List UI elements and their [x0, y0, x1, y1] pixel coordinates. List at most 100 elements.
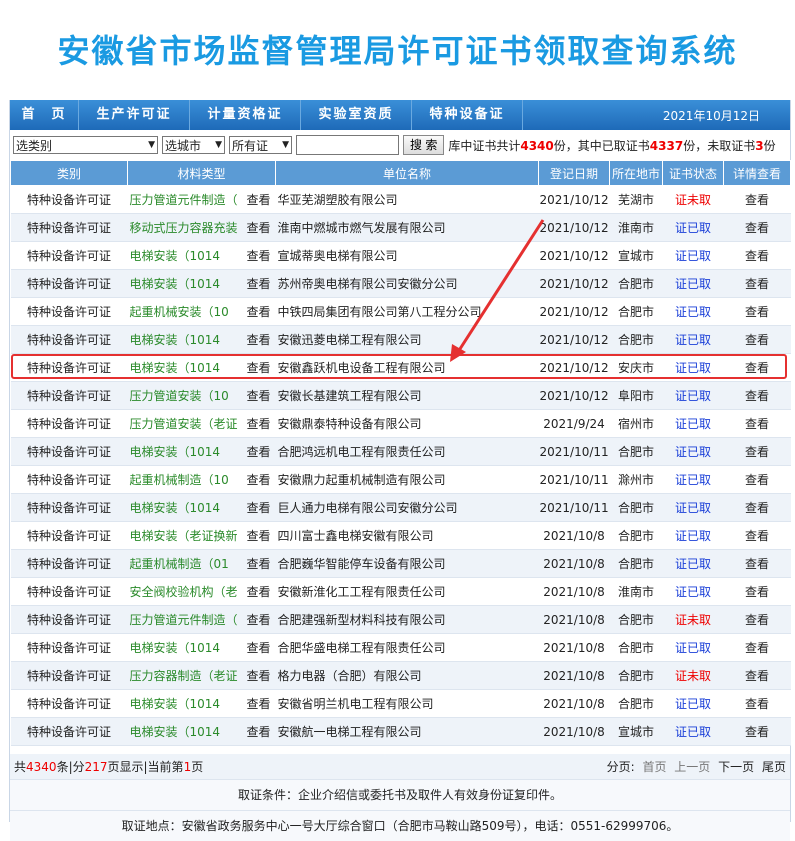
- material-view-link[interactable]: 查看: [246, 331, 275, 348]
- detail-view-link[interactable]: 查看: [723, 381, 791, 410]
- cell-unit: 安徽鼎泰特种设备有限公司: [275, 409, 539, 438]
- material-type-text: 安全阀校验机构（老: [129, 585, 238, 599]
- cell-material: 查看 电梯安装（1014: [127, 717, 276, 746]
- detail-view-link[interactable]: 查看: [723, 325, 791, 354]
- pager-label: 分页:: [606, 760, 635, 774]
- detail-view-link[interactable]: 查看: [723, 577, 791, 606]
- cell-material: 查看 电梯安装（1014: [127, 437, 276, 466]
- category-select[interactable]: 选类别 ▼: [13, 136, 158, 154]
- last-page-link[interactable]: 尾页: [762, 760, 786, 774]
- detail-view-link[interactable]: 查看: [723, 185, 791, 214]
- material-view-link[interactable]: 查看: [246, 303, 275, 320]
- prev-page-link[interactable]: 上一页: [674, 760, 710, 774]
- material-view-link[interactable]: 查看: [246, 555, 275, 572]
- cell-date: 2021/10/12: [538, 213, 610, 242]
- cell-unit: 巨人通力电梯有限公司安徽分公司: [275, 493, 539, 522]
- cell-category: 特种设备许可证: [10, 633, 128, 662]
- detail-view-link[interactable]: 查看: [723, 437, 791, 466]
- detail-view-link[interactable]: 查看: [723, 269, 791, 298]
- material-view-link[interactable]: 查看: [246, 583, 275, 600]
- material-view-link[interactable]: 查看: [246, 611, 275, 628]
- nav-lab-qualification[interactable]: 实验室资质: [301, 100, 412, 130]
- material-view-link[interactable]: 查看: [246, 275, 275, 292]
- material-view-link[interactable]: 查看: [246, 191, 275, 208]
- nav-production-license[interactable]: 生产许可证: [79, 100, 190, 130]
- detail-view-link[interactable]: 查看: [723, 353, 791, 382]
- cell-category: 特种设备许可证: [10, 577, 128, 606]
- pagination-summary: 共4340条|分217页显示|当前第1页: [14, 758, 203, 775]
- cell-city: 合肥市: [609, 297, 663, 326]
- cell-city: 滁州市: [609, 465, 663, 494]
- material-view-link[interactable]: 查看: [246, 219, 275, 236]
- detail-view-link[interactable]: 查看: [723, 493, 791, 522]
- cell-date: 2021/10/8: [538, 633, 610, 662]
- cell-material: 查看 压力管道安装（老证: [127, 409, 276, 438]
- main-panel: 首 页 生产许可证 计量资格证 实验室资质 特种设备证 2021年10月12日 …: [9, 100, 791, 841]
- material-view-link[interactable]: 查看: [246, 359, 275, 376]
- detail-view-link[interactable]: 查看: [723, 241, 791, 270]
- material-view-link[interactable]: 查看: [246, 387, 275, 404]
- detail-view-link[interactable]: 查看: [723, 409, 791, 438]
- nav-home[interactable]: 首 页: [10, 100, 79, 130]
- table-header-row: 类别 材料类型 单位名称 登记日期 所在地市 证书状态 详情查看: [10, 160, 791, 186]
- detail-view-link[interactable]: 查看: [723, 297, 791, 326]
- cell-status: 证已取: [662, 297, 724, 326]
- cell-city: 合肥市: [609, 549, 663, 578]
- detail-view-link[interactable]: 查看: [723, 605, 791, 634]
- category-select-value: 选类别: [16, 138, 53, 153]
- table-body: 特种设备许可证 查看 压力管道元件制造（ 华亚芜湖塑胶有限公司 2021/10/12 芜湖…: [10, 185, 791, 746]
- material-view-link[interactable]: 查看: [246, 639, 275, 656]
- cell-material: 查看 移动式压力容器充装: [127, 213, 276, 242]
- search-button[interactable]: 搜 索: [403, 135, 445, 155]
- nav-metrology-cert[interactable]: 计量资格证: [190, 100, 301, 130]
- results-table: 类别 材料类型 单位名称 登记日期 所在地市 证书状态 详情查看 特种设备许可证…: [10, 160, 791, 746]
- material-view-link[interactable]: 查看: [246, 499, 275, 516]
- first-page-link[interactable]: 首页: [642, 760, 666, 774]
- col-header-detail: 详情查看: [723, 160, 791, 186]
- detail-view-link[interactable]: 查看: [723, 549, 791, 578]
- city-select[interactable]: 选城市 ▼: [162, 136, 225, 154]
- material-view-link[interactable]: 查看: [246, 415, 275, 432]
- cell-date: 2021/10/11: [538, 465, 610, 494]
- stats-suffix: 份: [763, 138, 776, 153]
- search-input[interactable]: [296, 135, 399, 155]
- detail-view-link[interactable]: 查看: [723, 689, 791, 718]
- material-view-link[interactable]: 查看: [246, 667, 275, 684]
- material-view-link[interactable]: 查看: [246, 527, 275, 544]
- next-page-link[interactable]: 下一页: [718, 760, 754, 774]
- material-type-text: 电梯安装（1014: [129, 361, 221, 375]
- cell-status: 证已取: [662, 437, 724, 466]
- cell-category: 特种设备许可证: [10, 241, 128, 270]
- cell-unit: 合肥鸿远机电工程有限责任公司: [275, 437, 539, 466]
- pager-mid2: 页显示|当前第: [107, 760, 184, 774]
- material-view-link[interactable]: 查看: [246, 247, 275, 264]
- cell-city: 宣城市: [609, 241, 663, 270]
- detail-view-link[interactable]: 查看: [723, 661, 791, 690]
- cell-date: 2021/10/12: [538, 297, 610, 326]
- table-row: 特种设备许可证 查看 压力管道安装（10 安徽长基建筑工程有限公司 2021/10/12…: [10, 381, 791, 410]
- cell-category: 特种设备许可证: [10, 521, 128, 550]
- cell-category: 特种设备许可证: [10, 409, 128, 438]
- material-view-link[interactable]: 查看: [246, 723, 275, 740]
- detail-view-link[interactable]: 查看: [723, 521, 791, 550]
- detail-view-link[interactable]: 查看: [723, 717, 791, 746]
- detail-view-link[interactable]: 查看: [723, 465, 791, 494]
- detail-view-link[interactable]: 查看: [723, 213, 791, 242]
- cell-unit: 安徽鼎力起重机械制造有限公司: [275, 465, 539, 494]
- chevron-down-icon: ▼: [282, 140, 289, 150]
- nav-special-equipment[interactable]: 特种设备证: [412, 100, 523, 130]
- cert-select[interactable]: 所有证 ▼: [229, 136, 292, 154]
- cell-city: 安庆市: [609, 353, 663, 382]
- cell-city: 合肥市: [609, 325, 663, 354]
- material-view-link[interactable]: 查看: [246, 471, 275, 488]
- cell-status: 证已取: [662, 633, 724, 662]
- city-select-value: 选城市: [165, 138, 202, 153]
- cell-date: 2021/10/12: [538, 185, 610, 214]
- material-view-link[interactable]: 查看: [246, 695, 275, 712]
- cell-status: 证已取: [662, 577, 724, 606]
- detail-view-link[interactable]: 查看: [723, 633, 791, 662]
- material-type-text: 移动式压力容器充装: [129, 221, 238, 235]
- pager-prefix: 共: [14, 760, 27, 774]
- material-type-text: 电梯安装（1014: [129, 725, 221, 739]
- material-view-link[interactable]: 查看: [246, 443, 275, 460]
